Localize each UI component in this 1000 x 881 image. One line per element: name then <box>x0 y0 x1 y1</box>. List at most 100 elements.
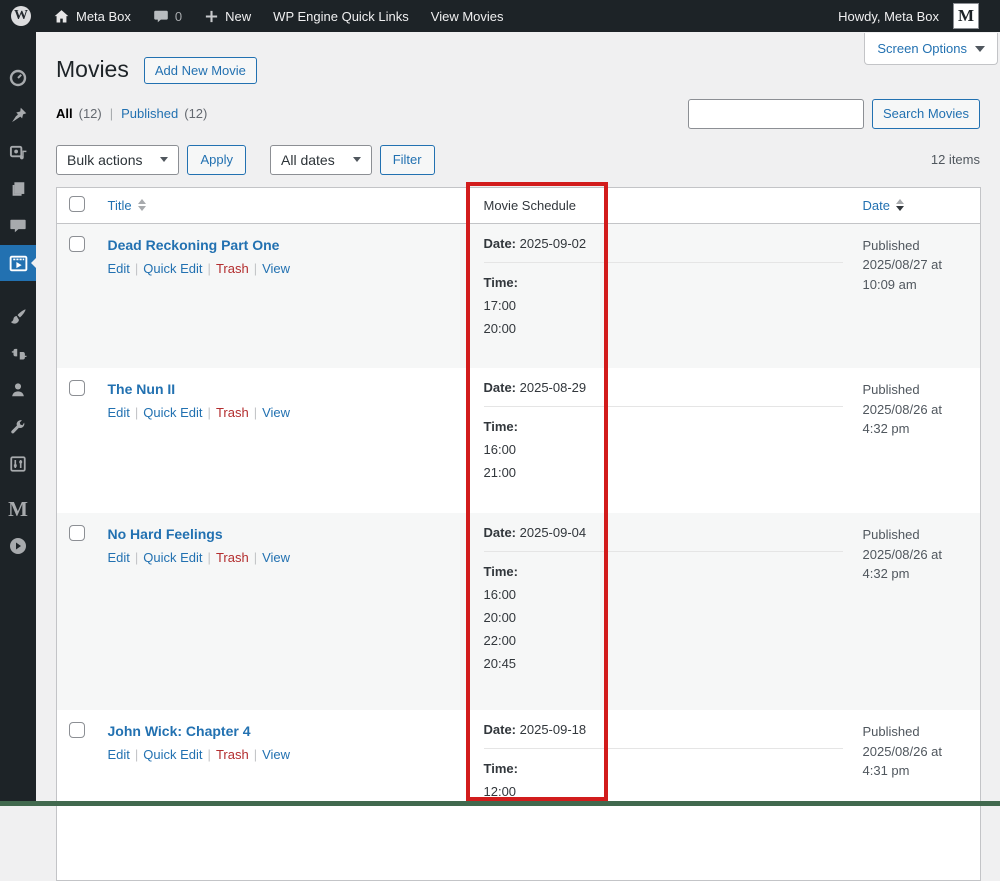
new-content-menu[interactable]: New <box>193 0 262 32</box>
schedule-date: Date: 2025-09-02 <box>484 236 843 251</box>
edit-link[interactable]: Edit <box>108 405 130 420</box>
edit-link[interactable]: Edit <box>108 261 130 276</box>
view-movies-menu[interactable]: View Movies <box>420 0 515 32</box>
view-filter-published-count: (12) <box>184 106 207 121</box>
all-dates-select[interactable]: All dates <box>270 145 372 175</box>
view-filter-all-count: (12) <box>79 106 102 121</box>
wp-engine-quick-links-label: WP Engine Quick Links <box>273 9 409 24</box>
row-checkbox[interactable] <box>69 525 85 541</box>
chevron-down-icon <box>353 157 361 162</box>
admin-sidebar: M <box>0 32 36 806</box>
view-link[interactable]: View <box>262 261 290 276</box>
wp-logo-menu[interactable]: W <box>0 0 42 32</box>
select-all-checkbox[interactable] <box>69 196 85 212</box>
quick-edit-link[interactable]: Quick Edit <box>143 261 202 276</box>
row-title-link[interactable]: John Wick: Chapter 4 <box>108 723 251 739</box>
admin-bar-right: Howdy, Meta Box M <box>827 0 1000 32</box>
table-row: The Nun II Edit|Quick Edit|Trash|View Da… <box>57 368 981 513</box>
schedule-time: 22:00 <box>484 633 843 648</box>
view-link[interactable]: View <box>262 747 290 762</box>
column-header-title[interactable]: Title <box>108 198 146 213</box>
sort-arrows-icon <box>896 199 904 211</box>
sidebar-item-meta-box[interactable]: M <box>0 491 36 527</box>
filter-button[interactable]: Filter <box>380 145 435 175</box>
sidebar-item-comments[interactable] <box>0 208 36 244</box>
view-link[interactable]: View <box>262 405 290 420</box>
action-separator: | <box>208 261 211 276</box>
search-input[interactable] <box>688 99 864 129</box>
schedule-divider <box>484 748 843 749</box>
site-name-menu[interactable]: Meta Box <box>42 0 142 32</box>
published-status: Published <box>863 722 971 742</box>
sidebar-item-pages[interactable] <box>0 171 36 207</box>
plus-icon <box>204 9 219 24</box>
table-toolbar: Bulk actions Apply All dates Filter 12 i… <box>56 145 980 175</box>
page-heading-row: Movies Add New Movie <box>56 55 980 85</box>
row-actions: Edit|Quick Edit|Trash|View <box>108 747 464 762</box>
home-icon <box>53 8 70 25</box>
column-header-date[interactable]: Date <box>863 198 904 213</box>
sidebar-item-media[interactable] <box>0 134 36 170</box>
comments-menu[interactable]: 0 <box>142 0 193 32</box>
schedule-time: 21:00 <box>484 465 843 480</box>
add-new-movie-button[interactable]: Add New Movie <box>144 57 257 84</box>
table-row: Dead Reckoning Part One Edit | Quick Edit |… <box>57 223 981 368</box>
date-header-label: Date <box>863 198 890 213</box>
sidebar-item-movies[interactable] <box>0 245 36 281</box>
sidebar-item-posts[interactable] <box>0 97 36 133</box>
action-separator: | <box>254 747 257 762</box>
row-title-link[interactable]: Dead Reckoning Part One <box>108 237 280 253</box>
movie-schedule-header-label: Movie Schedule <box>484 198 577 213</box>
sidebar-item-tools[interactable] <box>0 409 36 445</box>
row-checkbox[interactable] <box>69 236 85 252</box>
action-separator: | <box>208 550 211 565</box>
view-link[interactable]: View <box>262 550 290 565</box>
schedule-time-label: Time: <box>484 275 843 290</box>
chevron-down-icon <box>975 46 985 52</box>
action-separator: | <box>135 261 138 276</box>
trash-link[interactable]: Trash <box>216 550 249 565</box>
search-box: Search Movies <box>688 99 980 129</box>
action-separator: | <box>254 261 257 276</box>
edit-link[interactable]: Edit <box>108 747 130 762</box>
column-header-movie-schedule: Movie Schedule <box>474 187 853 223</box>
quick-edit-link[interactable]: Quick Edit <box>143 405 202 420</box>
all-dates-value: All dates <box>281 152 335 168</box>
my-account-menu[interactable]: Howdy, Meta Box M <box>827 0 1000 32</box>
row-title-link[interactable]: No Hard Feelings <box>108 526 223 542</box>
trash-link[interactable]: Trash <box>216 747 249 762</box>
sidebar-item-appearance[interactable] <box>0 298 36 334</box>
wp-engine-quick-links-menu[interactable]: WP Engine Quick Links <box>262 0 420 32</box>
search-movies-button[interactable]: Search Movies <box>872 99 980 129</box>
views-row: All (12) | Published (12) Search Movies <box>56 99 980 129</box>
view-filter-published[interactable]: Published <box>121 106 178 121</box>
sidebar-item-settings[interactable] <box>0 446 36 482</box>
sidebar-item-plugins[interactable] <box>0 335 36 371</box>
avatar: M <box>953 3 979 29</box>
action-separator: | <box>135 550 138 565</box>
screen-options-button[interactable]: Screen Options <box>864 33 998 65</box>
published-status: Published <box>863 380 971 400</box>
schedule-time: 20:00 <box>484 321 843 336</box>
sidebar-item-wp-engine[interactable] <box>0 528 36 564</box>
published-date: 2025/08/26 at 4:32 pm <box>863 400 971 439</box>
bulk-actions-select[interactable]: Bulk actions <box>56 145 179 175</box>
sidebar-item-users[interactable] <box>0 372 36 408</box>
row-title-link[interactable]: The Nun II <box>108 381 176 397</box>
trash-link[interactable]: Trash <box>216 261 249 276</box>
dashboard-icon <box>8 68 28 88</box>
published-date: 2025/08/27 at 10:09 am <box>863 255 971 294</box>
user-icon <box>9 381 27 399</box>
row-checkbox[interactable] <box>69 722 85 738</box>
quick-edit-link[interactable]: Quick Edit <box>143 550 202 565</box>
edit-link[interactable]: Edit <box>108 550 130 565</box>
view-filter-all[interactable]: All <box>56 106 73 121</box>
trash-link[interactable]: Trash <box>216 405 249 420</box>
row-checkbox[interactable] <box>69 380 85 396</box>
sidebar-item-dashboard[interactable] <box>0 60 36 96</box>
schedule-date: Date: 2025-08-29 <box>484 380 843 395</box>
quick-edit-link[interactable]: Quick Edit <box>143 747 202 762</box>
wordpress-logo-icon: W <box>11 6 31 26</box>
apply-button[interactable]: Apply <box>187 145 246 175</box>
pages-icon <box>9 180 27 198</box>
